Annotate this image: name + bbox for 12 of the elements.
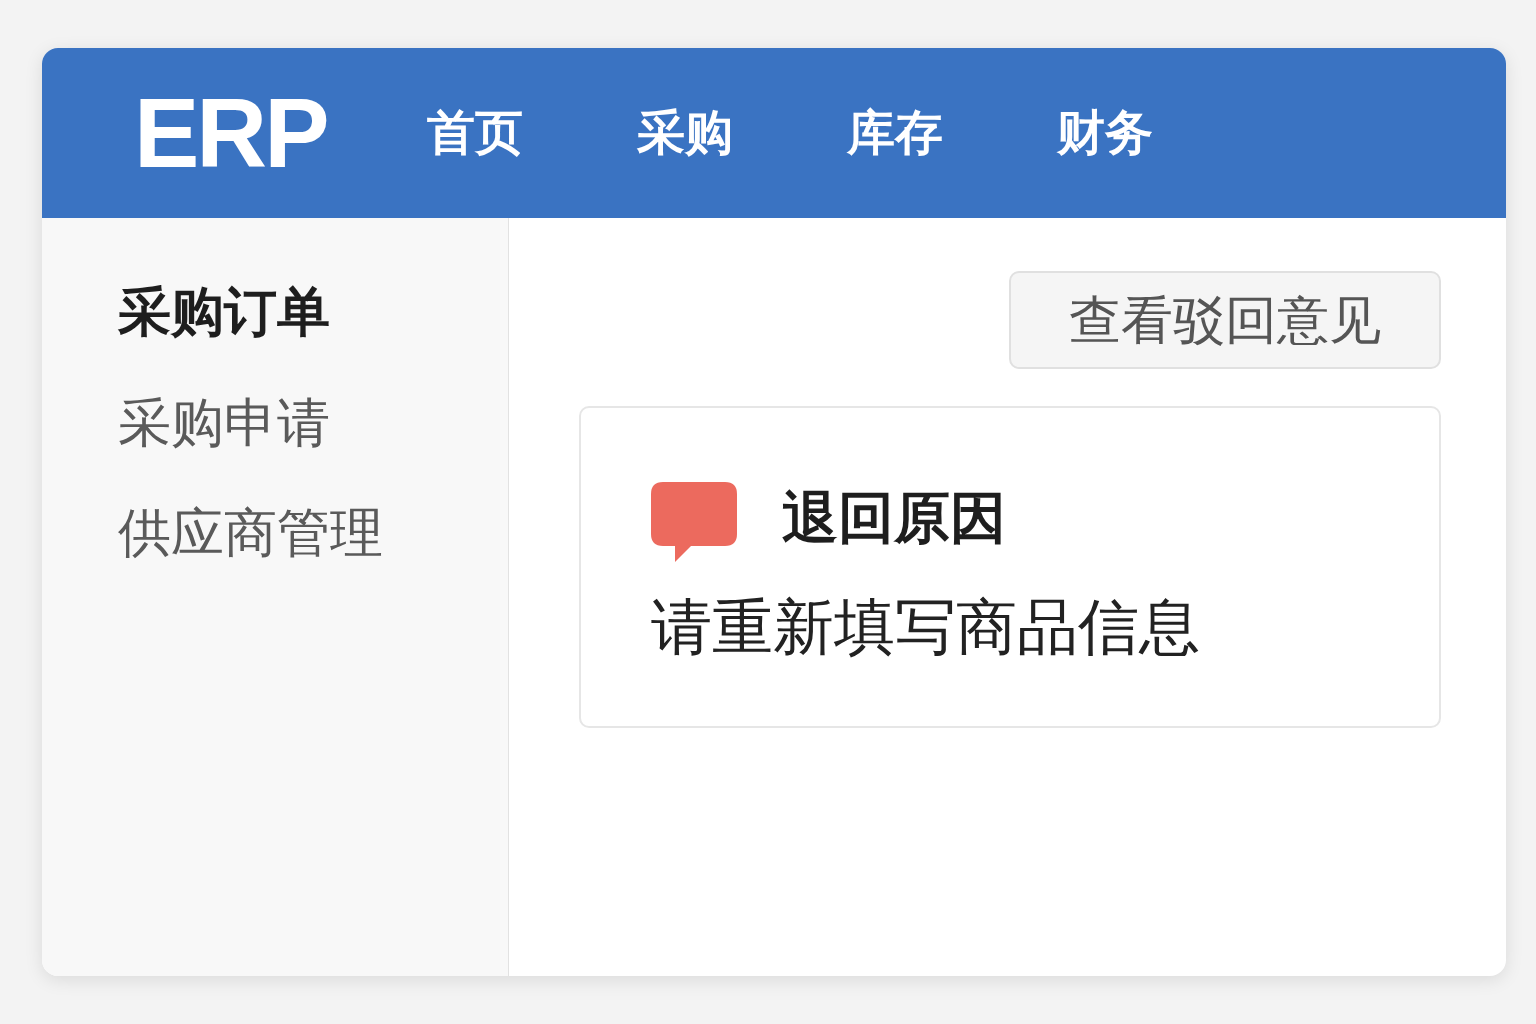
sidebar-item[interactable]: 供应商管理 <box>118 501 383 565</box>
sidebar-item[interactable]: 采购申请 <box>118 390 330 455</box>
logo: ERP <box>134 84 327 182</box>
nav-link[interactable]: 采购 <box>636 104 733 162</box>
view-rejection-button[interactable]: 查看驳回意见 <box>1009 271 1441 370</box>
sidebar-item[interactable]: 采购订单 <box>118 280 330 344</box>
nav-link[interactable]: 财务 <box>1056 104 1153 162</box>
nav-link[interactable]: 首页 <box>426 104 523 162</box>
card-title: 退回原因 <box>782 483 1006 551</box>
speech-bubble-icon <box>651 482 737 563</box>
reason-message: 请重新填写商品信息 <box>651 590 1201 664</box>
nav-link[interactable]: 库存 <box>846 104 943 162</box>
